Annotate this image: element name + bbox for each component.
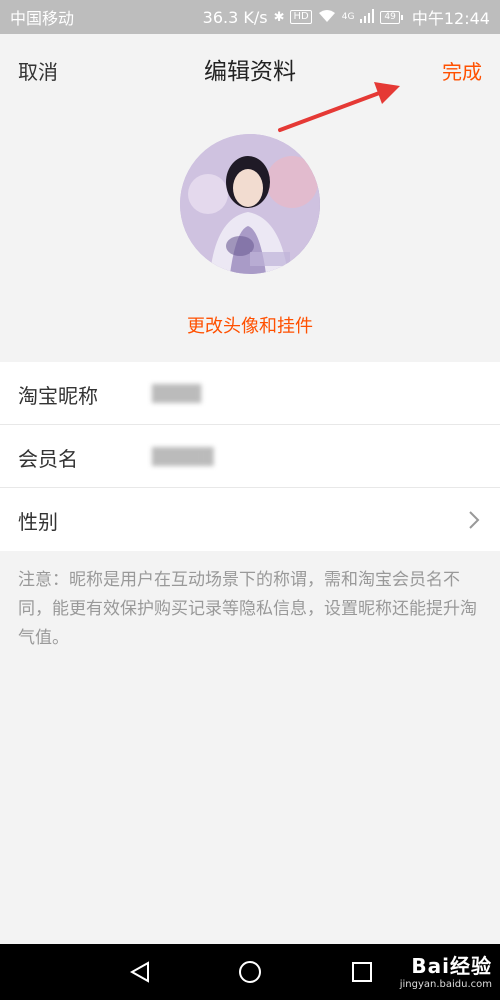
baidu-jingyan-watermark: Bai经验 jingyan.baidu.com [400,950,492,990]
home-icon[interactable] [238,960,262,988]
signal-icon [360,8,375,27]
avatar-image [180,134,320,274]
navigation-header: 取消 编辑资料 完成 [0,34,500,102]
wifi-icon [318,8,336,27]
nickname-label: 淘宝昵称 [18,384,98,408]
gender-label: 性别 [18,510,58,534]
back-icon[interactable] [128,960,152,988]
carrier-name: 中国移动 [10,9,75,28]
chevron-right-icon [468,510,480,534]
profile-form: 淘宝昵称 ████ 会员名 █████ 性别 [0,362,500,551]
page-title: 编辑资料 [204,59,296,85]
nickname-note: 注意：昵称是用户在互动场景下的称谓，需和淘宝会员名不同，能更有效保护购买记录等隐… [18,570,477,648]
status-icons: 36.3 K/s ✱ HD 4G 49 中午12:44 [203,5,490,29]
clock: 中午12:44 [411,9,490,28]
annotation-arrow-icon [278,82,400,132]
watermark-brand: Bai经验 [411,954,492,978]
recent-apps-icon[interactable] [350,960,374,988]
battery-icon: 49 [380,10,404,24]
status-bar: 中国移动 36.3 K/s ✱ HD 4G 49 中午12:44 [0,0,500,34]
hd-badge: HD [290,10,312,24]
system-nav-bar: Bai经验 jingyan.baidu.com [0,944,500,1000]
member-name-label: 会员名 [18,447,78,471]
done-button[interactable]: 完成 [442,56,482,85]
member-name-row[interactable]: 会员名 █████ [0,425,500,488]
nickname-value: ████ [152,384,202,403]
signal-type: 4G [341,12,355,22]
member-name-value: █████ [152,447,214,466]
network-speed: 36.3 K/s [202,7,268,27]
gender-row[interactable]: 性别 [0,488,500,551]
avatar[interactable] [180,134,320,274]
watermark-url: jingyan.baidu.com [399,979,492,990]
nickname-row[interactable]: 淘宝昵称 ████ [0,362,500,425]
bluetooth-icon: ✱ [273,9,285,25]
change-avatar-link[interactable]: 更改头像和挂件 [0,312,500,338]
